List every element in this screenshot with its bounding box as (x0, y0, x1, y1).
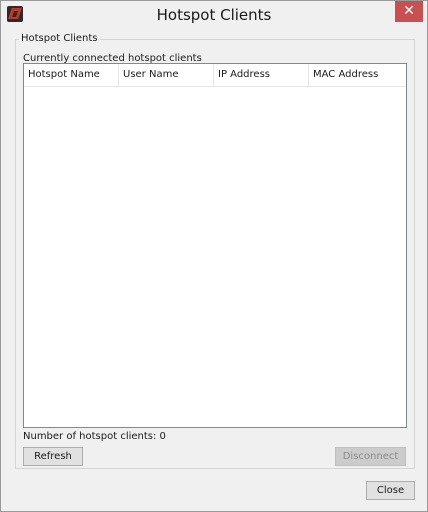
hotspot-clients-table[interactable]: Hotspot Name User Name IP Address MAC Ad… (23, 63, 407, 428)
hotspot-clients-dialog: Hotspot Clients ✕ Hotspot Clients Curren… (0, 0, 428, 512)
column-header-ip-address[interactable]: IP Address (214, 64, 309, 86)
window-close-button[interactable]: ✕ (395, 1, 423, 22)
client-count-label: Number of hotspot clients: 0 (23, 431, 166, 442)
group-legend: Hotspot Clients (19, 32, 100, 45)
column-header-mac-address[interactable]: MAC Address (309, 64, 406, 86)
column-header-hotspot-name[interactable]: Hotspot Name (24, 64, 119, 86)
refresh-button[interactable]: Refresh (23, 447, 83, 466)
close-icon: ✕ (403, 3, 415, 19)
table-header: Hotspot Name User Name IP Address MAC Ad… (24, 64, 406, 87)
disconnect-button[interactable]: Disconnect (335, 447, 406, 466)
title-bar[interactable]: Hotspot Clients ✕ (1, 1, 427, 29)
column-header-user-name[interactable]: User Name (119, 64, 214, 86)
window-title: Hotspot Clients (156, 6, 272, 24)
close-button[interactable]: Close (366, 481, 415, 500)
